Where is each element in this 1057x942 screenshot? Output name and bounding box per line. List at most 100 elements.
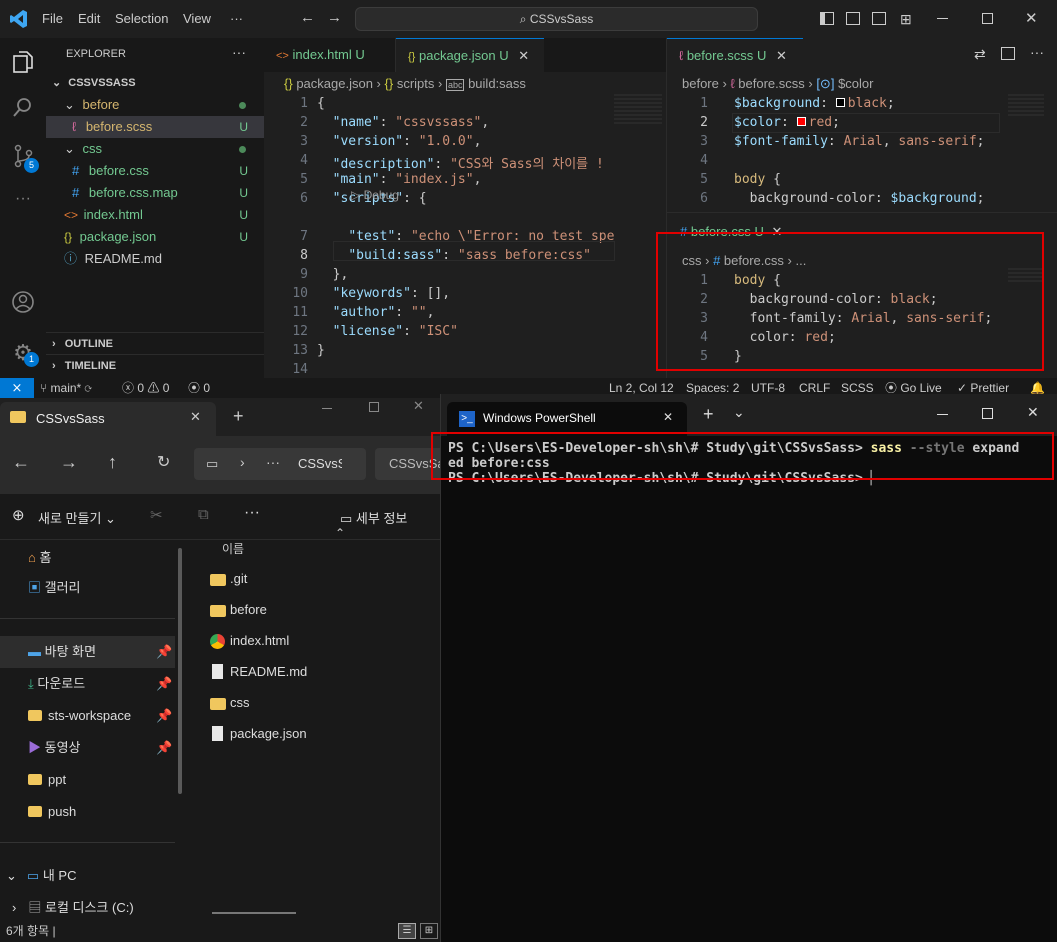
forward-arrow-icon[interactable]: → bbox=[327, 9, 342, 26]
close-icon[interactable]: ✕ bbox=[776, 48, 787, 63]
workspace-header[interactable]: ⌄ CSSVSSASS bbox=[46, 72, 264, 94]
problems-item[interactable]: ⓧ 0 ⚠ 0 bbox=[122, 378, 169, 398]
maximize-button[interactable] bbox=[369, 402, 379, 412]
more-icon[interactable]: ··· bbox=[266, 454, 280, 470]
nav-desktop[interactable]: ▬ 바탕 화면 📌 bbox=[0, 636, 175, 668]
menu-more[interactable]: ··· bbox=[230, 11, 243, 26]
nav-gallery[interactable]: ▣ 갤러리 bbox=[0, 572, 180, 604]
nav-sts-workspace[interactable]: sts-workspace 📌 bbox=[0, 700, 180, 732]
tree-folder-before[interactable]: ⌄ before bbox=[46, 94, 264, 116]
details-view-icon[interactable]: ☰ bbox=[398, 923, 416, 939]
tree-file-before-scss[interactable]: ℓ before.scss U bbox=[46, 116, 264, 138]
address-segment[interactable]: CSSvsS bbox=[298, 456, 342, 471]
maximize-button[interactable] bbox=[982, 408, 993, 419]
toggle-sidebar-icon[interactable] bbox=[820, 12, 834, 25]
pin-icon[interactable]: 📌 bbox=[156, 636, 172, 668]
cut-icon[interactable]: ✂ bbox=[150, 506, 163, 524]
code-line[interactable]: "license": "ISC" bbox=[317, 324, 458, 339]
code-line[interactable]: "name": "cssvssass", bbox=[317, 115, 490, 130]
more-actions-icon[interactable]: ··· bbox=[1030, 44, 1044, 60]
split-editor-icon[interactable] bbox=[1001, 47, 1015, 60]
minimize-button[interactable] bbox=[937, 18, 948, 19]
close-icon[interactable]: ✕ bbox=[190, 409, 201, 425]
code-line[interactable]: "main": "index.js", bbox=[317, 172, 482, 187]
close-icon[interactable]: ✕ bbox=[663, 410, 673, 424]
maximize-button[interactable] bbox=[982, 13, 993, 24]
explorer-files-icon[interactable] bbox=[11, 50, 35, 74]
more-options-icon[interactable]: ··· bbox=[244, 504, 260, 522]
file-row-index-html[interactable]: index.html bbox=[210, 626, 289, 656]
code-line[interactable]: body { bbox=[734, 172, 781, 187]
breadcrumb-item[interactable]: package.json bbox=[296, 76, 373, 91]
menu-file[interactable]: File bbox=[42, 11, 63, 26]
terminal-tab[interactable]: >_ Windows PowerShell ✕ bbox=[447, 402, 687, 436]
nav-this-pc[interactable]: ⌄ ▭ 내 PC bbox=[0, 860, 180, 892]
minimize-button[interactable] bbox=[937, 414, 948, 415]
pin-icon[interactable]: 📌 bbox=[156, 668, 172, 700]
tree-file-readme[interactable]: ⓘ README.md bbox=[46, 248, 264, 270]
timeline-section[interactable]: › TIMELINE bbox=[46, 354, 264, 376]
code-line[interactable]: $font-family: Arial, sans-serif; bbox=[734, 134, 984, 149]
copy-icon[interactable]: ⧉ bbox=[198, 506, 209, 523]
tree-file-package-json[interactable]: {} package.json U bbox=[46, 226, 264, 248]
new-tab-icon[interactable]: + bbox=[233, 406, 244, 427]
file-row-git[interactable]: .git bbox=[210, 564, 247, 594]
tab-package-json[interactable]: {} package.json U ✕ bbox=[396, 38, 544, 72]
file-row-readme[interactable]: README.md bbox=[210, 657, 307, 687]
menu-edit[interactable]: Edit bbox=[78, 11, 100, 26]
breadcrumb-item[interactable]: build:sass bbox=[468, 76, 526, 91]
toggle-secondary-sidebar-icon[interactable] bbox=[872, 12, 886, 25]
outline-section[interactable]: › OUTLINE bbox=[46, 332, 264, 354]
refresh-icon[interactable]: ↻ bbox=[157, 452, 170, 472]
close-button[interactable]: ✕ bbox=[413, 398, 424, 414]
file-row-before[interactable]: before bbox=[210, 595, 267, 625]
tree-folder-css[interactable]: ⌄ css bbox=[46, 138, 264, 160]
nav-push[interactable]: push bbox=[0, 796, 180, 828]
tree-file-index-html[interactable]: <> index.html U bbox=[46, 204, 264, 226]
remote-icon[interactable]: ⨯ bbox=[0, 378, 34, 398]
breadcrumb-item[interactable]: $color bbox=[838, 76, 873, 91]
nav-home[interactable]: ⌂ 홈 bbox=[0, 542, 180, 574]
dropdown-chevron-icon[interactable]: ⌄ bbox=[733, 404, 745, 421]
back-arrow-icon[interactable]: ← bbox=[300, 9, 315, 26]
minimize-button[interactable] bbox=[322, 408, 332, 409]
account-icon[interactable] bbox=[11, 290, 35, 314]
code-line[interactable]: "version": "1.0.0", bbox=[317, 134, 482, 149]
color-swatch-icon[interactable] bbox=[835, 98, 845, 107]
code-line[interactable]: background-color: $background; bbox=[734, 191, 985, 206]
code-line[interactable]: "author": "", bbox=[317, 305, 435, 320]
tree-file-before-css-map[interactable]: # before.css.map U bbox=[46, 182, 264, 204]
nav-ppt[interactable]: ppt bbox=[0, 764, 180, 796]
search-icon[interactable] bbox=[11, 96, 35, 120]
menu-view[interactable]: View bbox=[183, 11, 211, 26]
explorer-tab[interactable]: CSSvsSass ✕ bbox=[0, 402, 216, 436]
close-button[interactable]: ✕ bbox=[1025, 9, 1038, 27]
ports-item[interactable]: ⦿ 0 bbox=[188, 378, 210, 398]
breadcrumb-item[interactable]: scripts bbox=[397, 76, 435, 91]
nav-videos[interactable]: ▶ 동영상 📌 bbox=[0, 732, 180, 764]
customize-layout-icon[interactable]: ⊞ bbox=[900, 11, 912, 28]
close-button[interactable]: ✕ bbox=[1027, 404, 1039, 421]
breadcrumb-item[interactable]: before.scss bbox=[738, 76, 804, 91]
close-icon[interactable]: ✕ bbox=[518, 48, 529, 63]
file-row-css[interactable]: css bbox=[210, 688, 250, 718]
minimap[interactable] bbox=[1008, 94, 1044, 116]
pin-icon[interactable]: 📌 bbox=[156, 732, 172, 764]
more-views-icon[interactable]: ··· bbox=[11, 190, 35, 214]
code-line[interactable]: { bbox=[317, 96, 325, 111]
nav-scrollbar[interactable] bbox=[178, 548, 182, 794]
debug-codelens[interactable]: ▷ Debug bbox=[351, 188, 399, 202]
file-row-package-json[interactable]: package.json bbox=[210, 719, 307, 749]
tab-index-html[interactable]: <> index.html U bbox=[264, 38, 396, 72]
breadcrumb-item[interactable]: before bbox=[682, 76, 719, 91]
code-line[interactable]: } bbox=[317, 343, 325, 358]
nav-downloads[interactable]: ⤓ 다운로드 📌 bbox=[0, 668, 180, 700]
branch-item[interactable]: ⑂ main* ⟳ bbox=[40, 378, 92, 398]
tiles-view-icon[interactable]: ⊞ bbox=[420, 923, 438, 939]
column-header-name[interactable]: 이름 bbox=[222, 540, 244, 557]
address-bar[interactable]: ▭ › ··· CSSvsS bbox=[194, 448, 366, 480]
back-arrow-icon[interactable]: ← bbox=[12, 452, 30, 473]
new-button[interactable]: 새로 만들기 ⌄ bbox=[38, 508, 116, 527]
new-tab-icon[interactable]: + bbox=[703, 404, 714, 425]
menu-selection[interactable]: Selection bbox=[115, 11, 168, 26]
